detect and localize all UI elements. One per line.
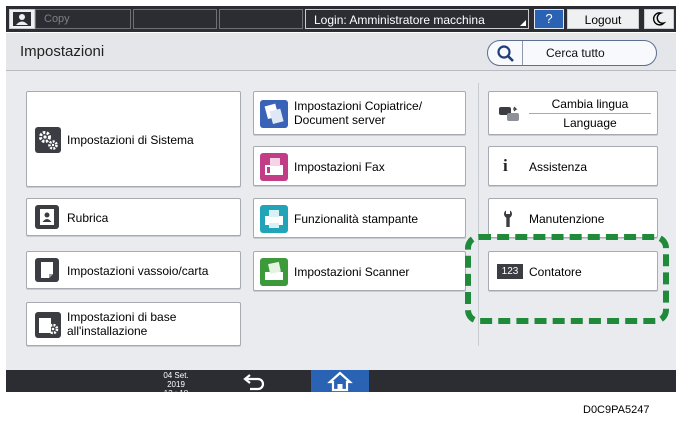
status-bar: Copy Login: Amministratore macchina ? Lo…	[6, 6, 676, 32]
divider	[529, 113, 651, 114]
change-language-label: Cambia lingua	[551, 97, 629, 111]
installation-settings-label-1: Impostazioni di base	[67, 310, 177, 324]
search-label: Cerca tutto	[546, 46, 605, 60]
system-settings-label: Impostazioni di Sistema	[67, 133, 194, 147]
printer-features-button[interactable]: Funzionalità stampante	[253, 198, 466, 238]
wrench-icon	[499, 209, 517, 229]
copier-settings-label-2: Document server	[294, 113, 386, 127]
search-button[interactable]: Cerca tutto	[487, 40, 657, 66]
highlight-box	[465, 234, 669, 324]
help-button[interactable]: ?	[534, 9, 564, 29]
assistance-button[interactable]: i Assistenza	[488, 146, 658, 186]
info-icon: i	[503, 156, 508, 175]
maintenance-button[interactable]: Manutenzione	[488, 198, 658, 238]
language-label: Language	[563, 116, 617, 130]
user-icon[interactable]	[9, 9, 35, 29]
printer-icon	[260, 205, 288, 233]
corner-indicator-icon	[520, 20, 526, 26]
installation-settings-button[interactable]: Impostazioni di base all'installazione	[26, 302, 241, 346]
address-book-icon	[35, 205, 59, 229]
copy-tab[interactable]: Copy	[35, 9, 131, 29]
date-label: 04 Set. 2019	[163, 371, 189, 389]
address-book-label: Rubrica	[67, 211, 109, 225]
copier-icon	[260, 100, 288, 128]
search-icon	[497, 45, 514, 62]
copier-settings-label-1: Impostazioni Copiatrice/	[294, 99, 423, 113]
home-icon	[327, 371, 353, 392]
scanner-icon	[260, 258, 288, 286]
scanner-settings-button[interactable]: Impostazioni Scanner	[253, 251, 466, 291]
time-label: 13 : 18	[163, 389, 189, 398]
scanner-settings-label: Impostazioni Scanner	[294, 265, 410, 279]
tray-paper-settings-button[interactable]: Impostazioni vassoio/carta	[26, 251, 241, 289]
printer-features-label: Funzionalità stampante	[294, 212, 419, 226]
status-slot	[219, 9, 303, 29]
home-button[interactable]	[311, 370, 369, 392]
tray-paper-settings-label: Impostazioni vassoio/carta	[67, 264, 209, 278]
energy-saver-icon[interactable]	[644, 9, 674, 29]
maintenance-label: Manutenzione	[529, 212, 605, 226]
figure-id: D0C9PA5247	[583, 404, 650, 416]
fax-icon	[260, 153, 288, 181]
login-label: Login: Amministratore macchina	[314, 13, 485, 27]
address-book-button[interactable]: Rubrica	[26, 198, 241, 236]
back-icon[interactable]	[242, 371, 268, 391]
logout-button[interactable]: Logout	[567, 9, 639, 29]
change-language-button[interactable]: Cambia lingua Language	[488, 91, 658, 135]
divider	[522, 41, 523, 65]
fax-settings-label: Impostazioni Fax	[294, 160, 385, 174]
gears-icon	[35, 127, 61, 153]
system-settings-button[interactable]: Impostazioni di Sistema	[26, 91, 241, 187]
copier-settings-button[interactable]: Impostazioni Copiatrice/ Document server	[253, 91, 466, 135]
date-time: 04 Set. 2019 13 : 18	[156, 371, 196, 398]
installation-settings-label-2: all'installazione	[67, 324, 148, 338]
machine-gear-icon	[35, 312, 61, 338]
status-slot	[133, 9, 217, 29]
paper-icon	[35, 258, 59, 282]
page-title: Impostazioni	[20, 43, 105, 60]
assistance-label: Assistenza	[529, 160, 588, 174]
language-icon	[497, 104, 521, 124]
login-status[interactable]: Login: Amministratore macchina	[305, 9, 529, 29]
fax-settings-button[interactable]: Impostazioni Fax	[253, 146, 466, 186]
